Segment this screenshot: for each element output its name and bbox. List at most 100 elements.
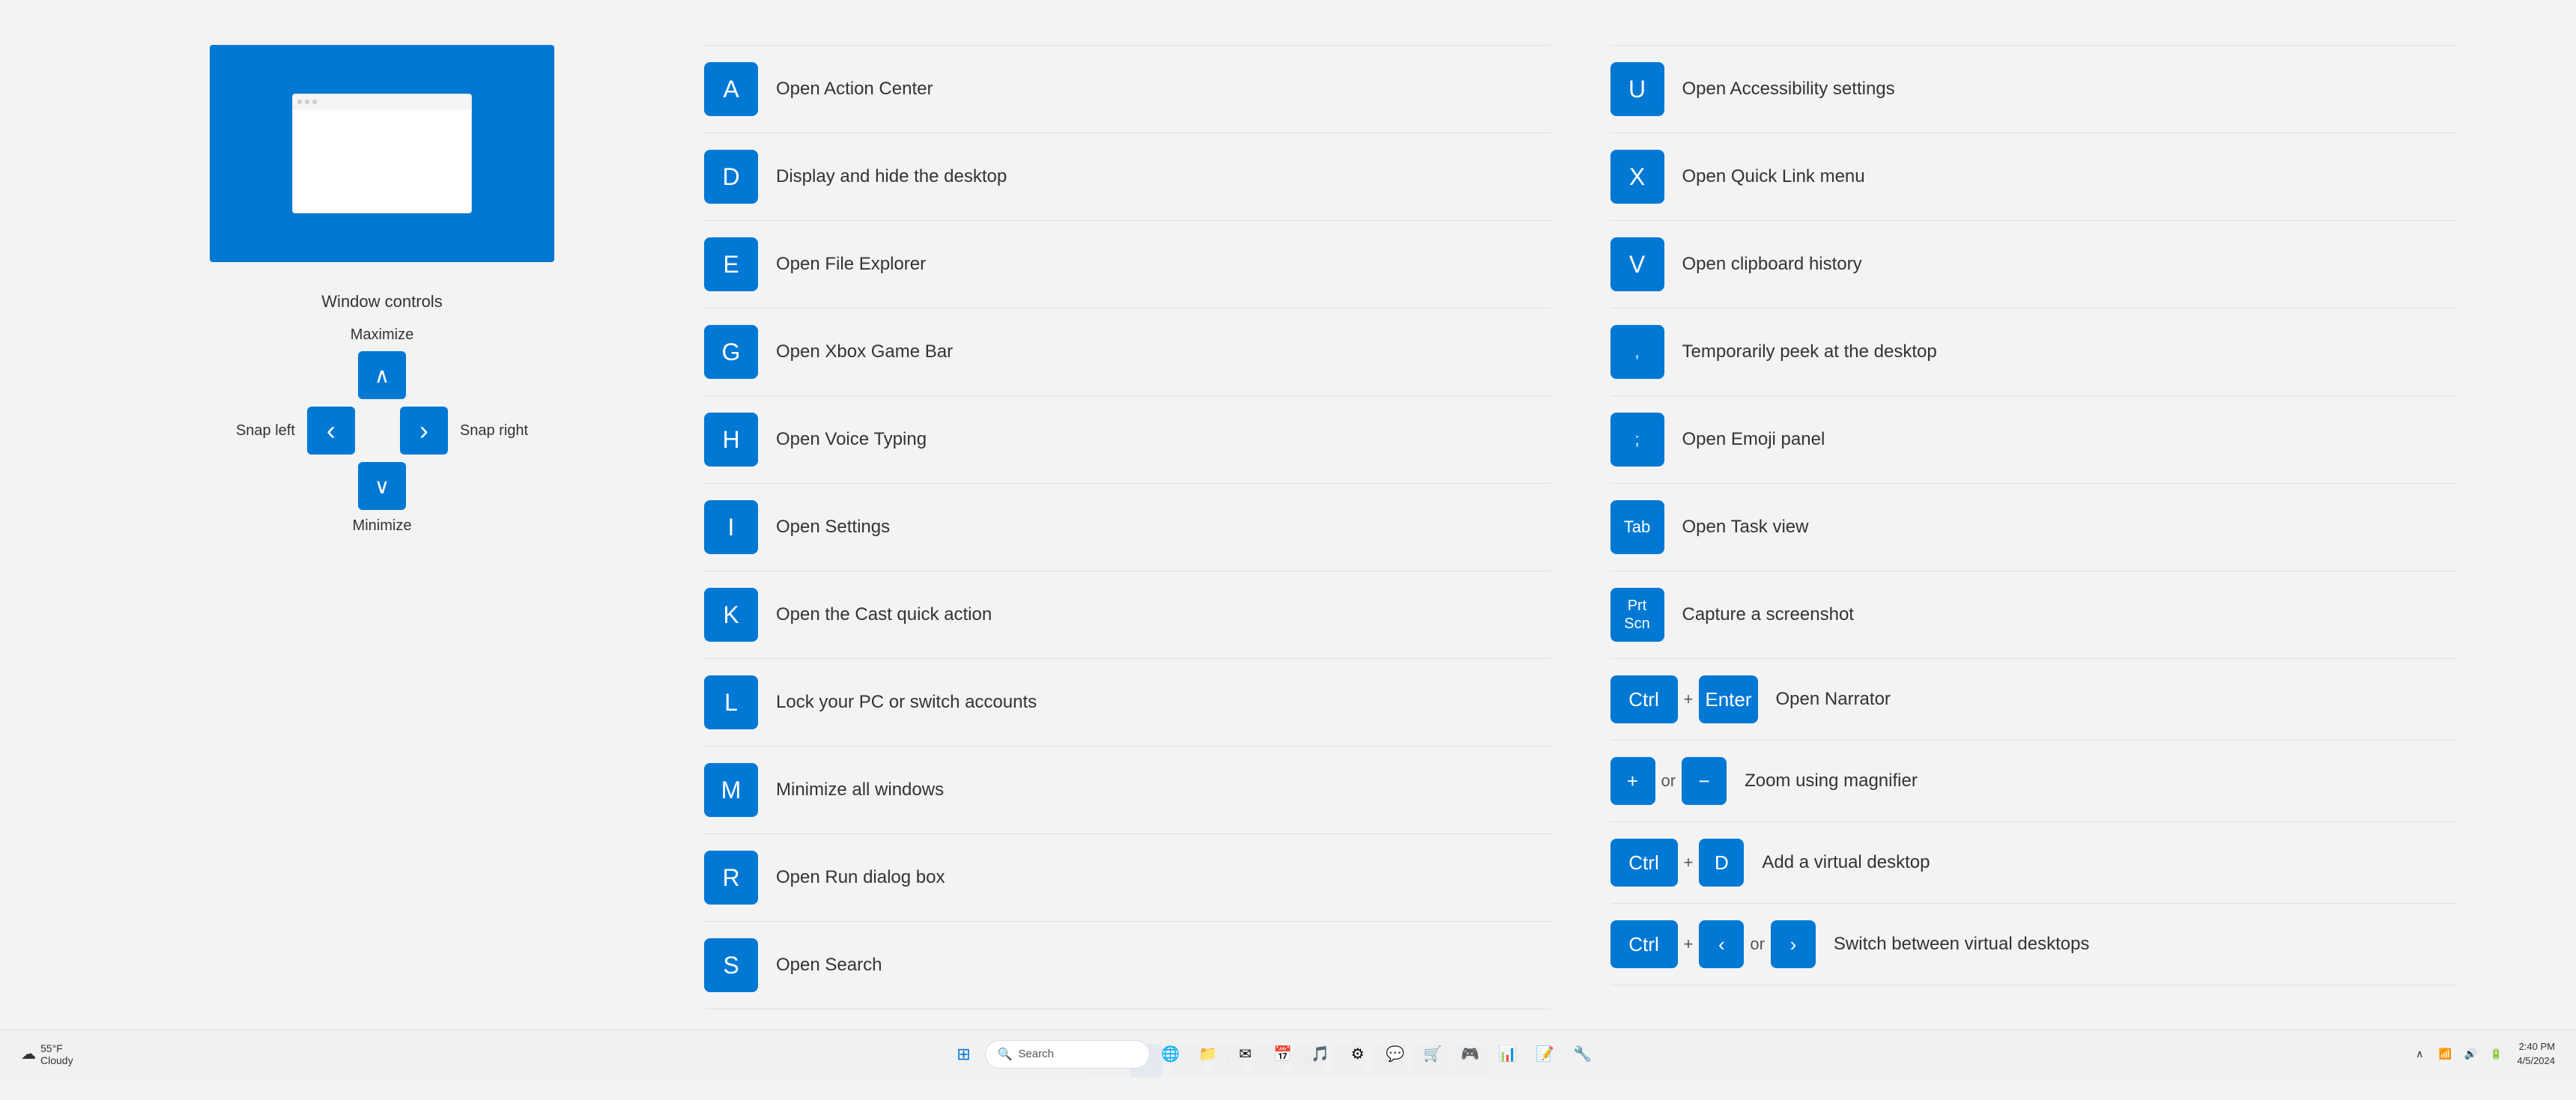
shortcut-row-tab: Tab Open Task view (1610, 484, 2457, 571)
desc-S: Open Search (776, 955, 882, 976)
taskbar-center: ⊞ 🔍 Search 🌐 📁 ✉ 📅 🎵 ⚙ 💬 🛒 🎮 📊 📝 🔧 (195, 1038, 2351, 1071)
chevron-up-icon (375, 363, 390, 388)
shortcut-row-U: U Open Accessibility settings (1610, 45, 2457, 133)
taskbar-icon-4[interactable]: 📅 (1267, 1038, 1300, 1071)
desc-vdesktop: Add a virtual desktop (1762, 852, 1930, 873)
shortcut-row-I: I Open Settings (704, 484, 1551, 571)
window-controls-section: Window controls Maximize Snap left (236, 292, 528, 535)
taskbar-icon-7[interactable]: 💬 (1379, 1038, 1412, 1071)
taskbar-icon-2[interactable]: 📁 (1192, 1038, 1225, 1071)
controls-layout: Maximize Snap left (236, 326, 528, 535)
key-semicolon: ; (1610, 413, 1664, 467)
shortcut-row-G: G Open Xbox Game Bar (704, 309, 1551, 396)
desc-R: Open Run dialog box (776, 867, 945, 888)
snap-left-button[interactable] (307, 407, 355, 455)
snap-controls-row: Snap left Snap right (236, 407, 528, 455)
shortcut-row-vdesktop: Ctrl + D Add a virtual desktop (1610, 822, 2457, 904)
key-A: A (704, 62, 758, 116)
shortcut-row-prtscn: PrtScn Capture a screenshot (1610, 571, 2457, 659)
shortcut-row-comma: , Temporarily peek at the desktop (1610, 309, 2457, 396)
shortcuts-panel: A Open Action Center D Display and hide … (704, 45, 2456, 1000)
key-d: D (1699, 839, 1744, 887)
system-tray: ∧ 📶 🔊 🔋 (2407, 1042, 2508, 1066)
windows-start-button[interactable]: ⊞ (948, 1038, 981, 1071)
key-M: M (704, 763, 758, 817)
key-L: L (704, 675, 758, 729)
weather-condition: Cloudy (40, 1054, 73, 1066)
taskbar-icon-11[interactable]: 📝 (1529, 1038, 1562, 1071)
key-prtscn: PrtScn (1610, 588, 1664, 642)
taskbar-icon-3[interactable]: ✉ (1229, 1038, 1262, 1071)
shortcut-row-V: V Open clipboard history (1610, 221, 2457, 309)
shortcuts-left-column: A Open Action Center D Display and hide … (704, 45, 1551, 1000)
window-controls-title: Window controls (321, 292, 442, 312)
taskbar: ☁ 55°F Cloudy ⊞ 🔍 Search 🌐 📁 ✉ 📅 🎵 ⚙ 💬 🛒… (0, 1030, 2576, 1078)
desktop-preview (210, 45, 554, 262)
desc-A: Open Action Center (776, 79, 933, 100)
desc-M: Minimize all windows (776, 780, 944, 800)
shortcut-row-X: X Open Quick Link menu (1610, 133, 2457, 221)
main-content: Window controls Maximize Snap left (0, 0, 2576, 1030)
chevron-left-icon (327, 415, 336, 446)
clock-time: 2:40 PM (2519, 1040, 2555, 1054)
desc-K: Open the Cast quick action (776, 604, 992, 625)
shortcut-row-L: L Lock your PC or switch accounts (704, 659, 1551, 747)
taskbar-icon-10[interactable]: 📊 (1491, 1038, 1524, 1071)
key-V: V (1610, 237, 1664, 291)
desc-semicolon: Open Emoji panel (1682, 429, 1825, 450)
taskbar-icon-1[interactable]: 🌐 (1154, 1038, 1187, 1071)
plus-3: + (1684, 935, 1694, 954)
shortcut-row-E: E Open File Explorer (704, 221, 1551, 309)
shortcut-row-K: K Open the Cast quick action (704, 571, 1551, 659)
taskbar-icon-12[interactable]: 🔧 (1566, 1038, 1599, 1071)
taskbar-weather[interactable]: ☁ 55°F Cloudy (15, 1039, 79, 1069)
weather-info: 55°F Cloudy (40, 1042, 73, 1066)
window-titlebar (293, 94, 471, 109)
desc-switch-desktop: Switch between virtual desktops (1834, 934, 2090, 955)
key-H: H (704, 413, 758, 467)
window-body (293, 109, 471, 213)
key-E: E (704, 237, 758, 291)
battery-icon[interactable]: 🔋 (2484, 1042, 2508, 1066)
shortcut-row-S: S Open Search (704, 922, 1551, 1009)
taskbar-icon-9[interactable]: 🎮 (1454, 1038, 1487, 1071)
shortcut-row-ctrl-enter: Ctrl + Enter Open Narrator (1610, 659, 2457, 741)
taskbar-left: ☁ 55°F Cloudy (15, 1039, 195, 1069)
taskbar-icon-8[interactable]: 🛒 (1416, 1038, 1449, 1071)
taskbar-search-bar[interactable]: 🔍 Search (985, 1040, 1150, 1069)
taskbar-right: ∧ 📶 🔊 🔋 2:40 PM 4/5/2024 (2351, 1040, 2561, 1067)
weather-temp: 55°F (40, 1042, 73, 1054)
key-minus: − (1682, 757, 1727, 805)
taskbar-icon-5[interactable]: 🎵 (1304, 1038, 1337, 1071)
desc-comma: Temporarily peek at the desktop (1682, 341, 1937, 362)
desc-H: Open Voice Typing (776, 429, 927, 450)
tray-icon-1[interactable]: ∧ (2407, 1042, 2431, 1066)
network-icon[interactable]: 📶 (2433, 1042, 2457, 1066)
combo-magnifier: + or − (1610, 757, 1727, 805)
shortcut-row-H: H Open Voice Typing (704, 396, 1551, 484)
search-label: Search (1018, 1048, 1054, 1060)
desc-V: Open clipboard history (1682, 254, 1862, 275)
desc-tab: Open Task view (1682, 517, 1809, 538)
clock-date: 4/5/2024 (2517, 1054, 2555, 1068)
shortcut-row-magnifier: + or − Zoom using magnifier (1610, 741, 2457, 822)
chevron-right-icon (419, 415, 428, 446)
shortcuts-right-column: U Open Accessibility settings X Open Qui… (1610, 45, 2457, 1000)
key-enter: Enter (1699, 675, 1757, 723)
minimize-button[interactable] (358, 462, 406, 510)
taskbar-icon-6[interactable]: ⚙ (1342, 1038, 1375, 1071)
maximize-button[interactable] (358, 351, 406, 399)
desc-magnifier: Zoom using magnifier (1745, 771, 1918, 791)
snap-right-label: Snap right (460, 422, 528, 440)
desc-U: Open Accessibility settings (1682, 79, 1895, 100)
shortcut-row-M: M Minimize all windows (704, 747, 1551, 834)
volume-icon[interactable]: 🔊 (2458, 1042, 2482, 1066)
desc-L: Lock your PC or switch accounts (776, 692, 1037, 713)
taskbar-clock[interactable]: 2:40 PM 4/5/2024 (2511, 1040, 2561, 1067)
key-tab: Tab (1610, 500, 1664, 554)
search-icon: 🔍 (998, 1047, 1013, 1062)
snap-left-label: Snap left (236, 422, 295, 440)
desc-G: Open Xbox Game Bar (776, 341, 953, 362)
snap-right-button[interactable] (400, 407, 448, 455)
desc-ctrl-enter: Open Narrator (1776, 689, 1891, 710)
